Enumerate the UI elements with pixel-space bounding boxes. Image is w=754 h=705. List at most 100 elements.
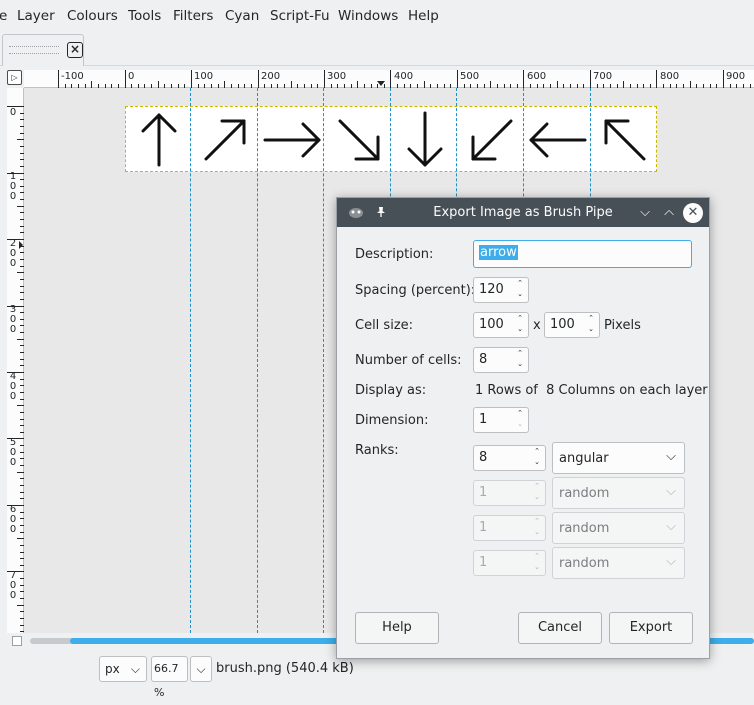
horizontal-ruler[interactable]: -100 0 100 200 300 400 500 600 700 800 9… <box>24 70 754 88</box>
ruler-label: 100 <box>194 71 214 82</box>
cell-height-spinner[interactable]: 100 ⌃ ⌄ <box>544 312 600 338</box>
arrow-up-icon <box>141 113 177 167</box>
quick-mask-toggle[interactable]: ▷ <box>7 70 22 85</box>
vertical-guide[interactable] <box>323 88 324 633</box>
image-thumbnail <box>9 46 59 54</box>
ruler-label: 300 <box>327 71 347 82</box>
menu-windows[interactable]: Windows <box>338 8 398 24</box>
ruler-label: -100 <box>61 71 84 82</box>
menu-filters[interactable]: Filters <box>173 8 213 24</box>
arrow-up-left-icon <box>604 119 646 161</box>
arrow-right-icon <box>263 122 321 158</box>
vertical-ruler[interactable]: 0 100 200 300 400 500 600 700 <box>7 88 24 633</box>
rank-value: 1 <box>479 520 488 535</box>
export-brush-pipe-dialog: Export Image as Brush Pipe ⌵ ⌵ ✕ Descrip… <box>336 197 710 659</box>
number-of-cells-spinner[interactable]: 8 ⌃ ⌄ <box>473 347 529 373</box>
rank-mode: random <box>559 486 610 501</box>
ruler-label: 900 <box>726 71 746 82</box>
chevron-down-icon: ⌵ <box>666 449 676 464</box>
zoom-input[interactable]: 66.7 % <box>151 656 188 699</box>
cancel-button[interactable]: Cancel <box>518 612 602 644</box>
cell-size-label: Cell size: <box>355 318 414 333</box>
description-label: Description: <box>355 247 434 262</box>
spin-arrows-icon: ⌃ ⌄ <box>534 552 540 571</box>
close-icon[interactable]: × <box>67 42 83 58</box>
chevron-down-icon: ⌵ <box>130 662 140 676</box>
maximize-button[interactable]: ⌵ <box>659 203 679 223</box>
description-input[interactable]: arrow <box>473 240 692 268</box>
menu-layer[interactable]: Layer <box>17 8 55 24</box>
rank-1-mode-select[interactable]: angular ⌵ <box>552 442 685 474</box>
ruler-label: 300 <box>9 304 17 335</box>
ruler-label: 400 <box>394 71 414 82</box>
zoom-dropdown[interactable]: ⌵ <box>190 656 212 682</box>
dimension-spinner[interactable]: 1 ⌃ ⌄ <box>473 407 529 433</box>
minimize-button[interactable]: ⌵ <box>635 203 655 223</box>
menubar: e Layer Colours Tools Filters Cyan Scrip… <box>0 0 754 32</box>
arrow-left-icon <box>529 122 587 158</box>
navigate-toggle[interactable] <box>12 636 22 646</box>
menu-help[interactable]: Help <box>408 8 439 24</box>
ruler-label: 0 <box>128 71 135 82</box>
spacing-spinner[interactable]: 120 ⌃ ⌄ <box>473 277 529 303</box>
description-value: arrow <box>479 245 518 260</box>
spin-arrows-icon[interactable]: ⌃ ⌄ <box>514 408 526 432</box>
rank-2-spinner: 1 ⌃ ⌄ <box>473 480 546 506</box>
menu-image-partial[interactable]: e <box>0 8 7 24</box>
spin-arrows-icon[interactable]: ⌃ ⌄ <box>514 313 526 337</box>
dimension-value: 1 <box>479 412 488 427</box>
spin-arrows-icon[interactable]: ⌃ ⌄ <box>585 313 597 337</box>
ruler-label: 200 <box>9 238 17 269</box>
rank-value: 8 <box>479 450 488 465</box>
cell-width-value: 100 <box>479 317 504 332</box>
help-button[interactable]: Help <box>355 612 439 644</box>
arrow-down-right-icon <box>338 119 380 161</box>
close-button[interactable]: ✕ <box>683 203 703 223</box>
cell-width-spinner[interactable]: 100 ⌃ ⌄ <box>473 312 529 338</box>
rank-value: 1 <box>479 555 488 570</box>
menu-colours[interactable]: Colours <box>67 8 118 24</box>
gimp-app-icon <box>349 208 363 218</box>
arrow-down-icon <box>407 111 443 167</box>
spin-arrows-icon[interactable]: ⌃ ⌄ <box>531 446 543 470</box>
menu-script-fu[interactable]: Script-Fu <box>270 8 330 24</box>
number-of-cells-label: Number of cells: <box>355 353 462 368</box>
pin-icon[interactable] <box>375 206 387 218</box>
menu-cyan[interactable]: Cyan <box>225 8 259 24</box>
unit-value: px <box>105 662 120 676</box>
image-info: brush.png (540.4 kB) <box>216 661 354 676</box>
rank-4-spinner: 1 ⌃ ⌄ <box>473 550 546 576</box>
rank-mode: random <box>559 521 610 536</box>
chevron-down-icon: ⌵ <box>666 484 676 499</box>
ruler-label: 0 <box>9 107 17 118</box>
ruler-label: 400 <box>9 371 17 402</box>
image-tab[interactable]: × <box>2 34 84 66</box>
display-as-value: 1 Rows of 8 Columns on each layer <box>475 383 708 398</box>
ruler-label: 600 <box>9 504 17 535</box>
chevron-down-icon: ⌵ <box>666 519 676 534</box>
number-of-cells-value: 8 <box>479 352 488 367</box>
export-button[interactable]: Export <box>609 612 693 644</box>
rank-mode: random <box>559 556 610 571</box>
unit-select[interactable]: px ⌵ <box>99 656 147 682</box>
display-as-label: Display as: <box>355 383 427 398</box>
rank-mode: angular <box>559 451 609 466</box>
spin-arrows-icon: ⌃ ⌄ <box>534 517 540 536</box>
rank-2-mode-select: random ⌵ <box>552 477 685 509</box>
ruler-label: 700 <box>593 71 613 82</box>
rank-value: 1 <box>479 485 488 500</box>
spin-arrows-icon[interactable]: ⌃ ⌄ <box>514 348 526 372</box>
ruler-label: 800 <box>660 71 680 82</box>
vertical-guide[interactable] <box>257 88 258 633</box>
spin-arrows-icon[interactable]: ⌃ ⌄ <box>514 278 526 302</box>
spacing-label: Spacing (percent): <box>355 283 476 298</box>
chevron-down-icon: ⌵ <box>666 554 676 569</box>
vertical-guide[interactable] <box>190 88 191 633</box>
menu-tools[interactable]: Tools <box>128 8 161 24</box>
arrow-up-right-icon <box>204 119 246 161</box>
rank-1-spinner[interactable]: 8 ⌃ ⌄ <box>473 445 546 471</box>
dialog-titlebar[interactable]: Export Image as Brush Pipe ⌵ ⌵ ✕ <box>337 198 709 227</box>
spacing-value: 120 <box>479 282 504 297</box>
ruler-label: 500 <box>460 71 480 82</box>
ranks-label: Ranks: <box>355 443 399 458</box>
